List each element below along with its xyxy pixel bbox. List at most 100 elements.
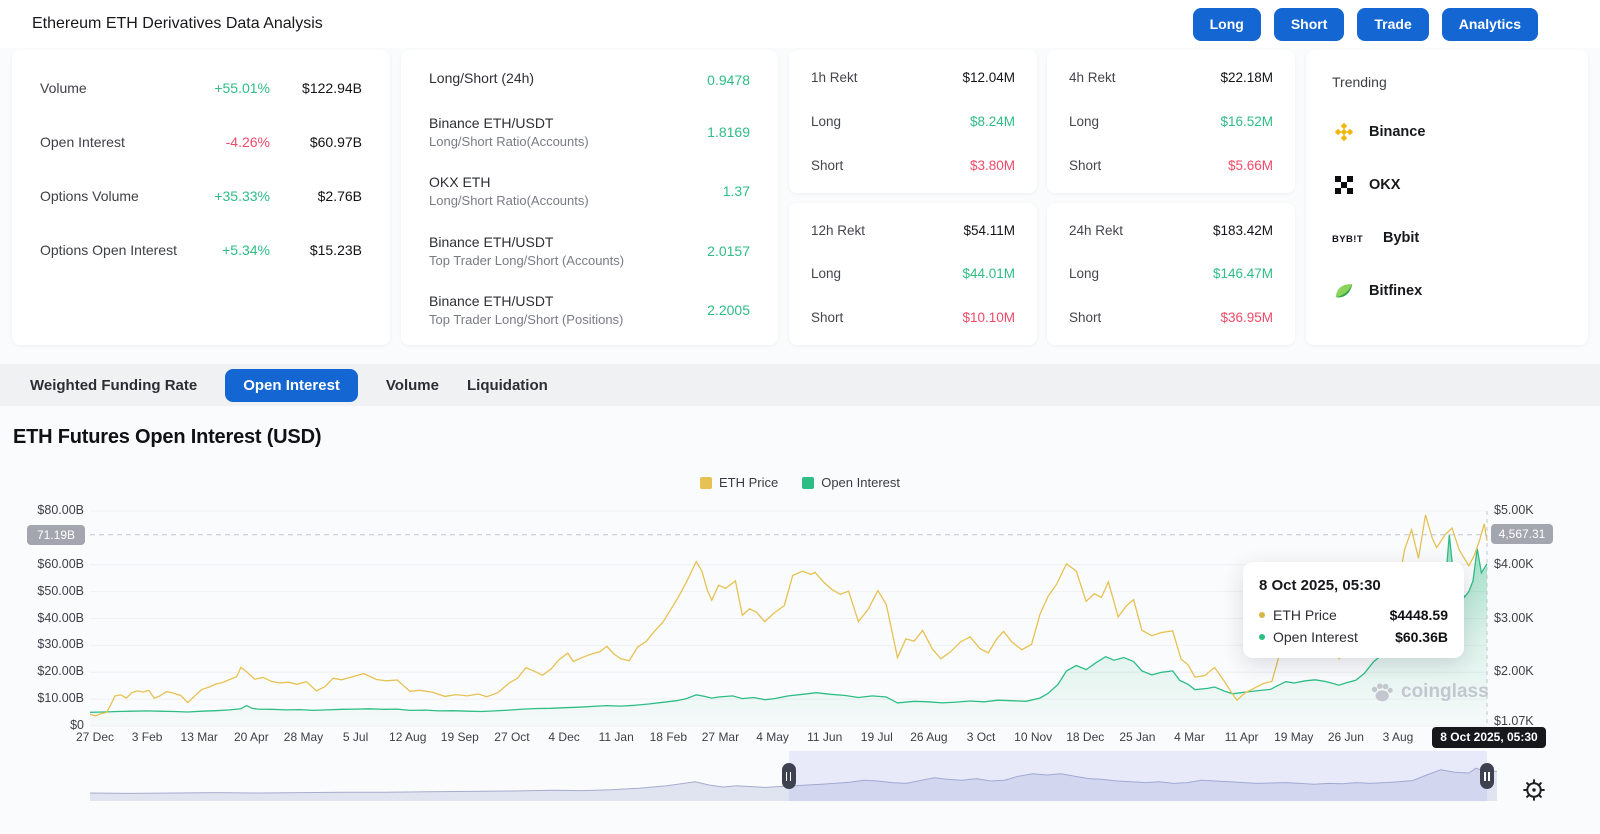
- x-axis-tick: 3 Oct: [966, 730, 996, 744]
- chart-tooltip: 8 Oct 2025, 05:30 ETH Price $4448.59 Ope…: [1243, 562, 1464, 658]
- x-axis-tick: 4 May: [756, 730, 789, 744]
- rekt-title: 4h Rekt: [1069, 70, 1116, 85]
- rekt-long-value: $146.47M: [1212, 266, 1273, 282]
- ratio-label: Binance ETH/USDT: [429, 233, 554, 250]
- rekt-short-label: Short: [811, 157, 844, 173]
- options-volume-row: Options Volume +35.33% $2.76B: [40, 184, 362, 208]
- trending-item-label: OKX: [1369, 177, 1401, 193]
- y-axis-right-tick: $1.07K: [1494, 714, 1534, 729]
- stat-change: -4.26%: [225, 134, 270, 150]
- trending-item-label: Bybit: [1383, 230, 1420, 246]
- analytics-button[interactable]: Analytics: [1441, 7, 1538, 41]
- trending-item-bybit[interactable]: BYB!T Bybit: [1332, 226, 1562, 250]
- x-axis-tick: 12 Aug: [389, 730, 427, 744]
- trade-button[interactable]: Trade: [1357, 7, 1429, 41]
- rekt-cards-grid: 1h Rekt $12.04M Long $8.24M Short $3.80M 4h…: [789, 50, 1295, 345]
- tab-open-interest[interactable]: Open Interest: [225, 368, 358, 402]
- ratio-label: Binance ETH/USDT: [429, 293, 554, 309]
- y-axis-left-tick: $50.00B: [37, 583, 84, 598]
- rekt-short-label: Short: [1069, 310, 1102, 325]
- bitfinex-icon: [1332, 280, 1356, 302]
- trending-item-binance[interactable]: Binance: [1332, 120, 1562, 144]
- y-axis-right-tick: $5.00K: [1494, 503, 1534, 517]
- y-axis-right-tick: $2.00K: [1494, 664, 1534, 679]
- ratio-row: Long/Short (24h) 0.9478: [429, 70, 750, 89]
- x-axis-tick: 27 Dec: [75, 730, 115, 744]
- rekt-long-label: Long: [811, 266, 842, 282]
- rekt-total: $183.42M: [1212, 222, 1273, 238]
- short-button[interactable]: Short: [1273, 7, 1345, 41]
- y-axis-right-tick: $4.00K: [1494, 556, 1534, 571]
- trending-card: Trending Binance OKX BYB!T Bybit Bitfine…: [1306, 50, 1588, 345]
- ratio-value: 0.9478: [707, 71, 750, 88]
- svg-text:BYB!T: BYB!T: [1332, 234, 1363, 244]
- y-axis-left-tick: $60.00B: [37, 556, 84, 571]
- x-axis-tick: 26 Aug: [910, 730, 948, 744]
- rekt-long-value: $44.01M: [962, 266, 1015, 282]
- chart-tab-strip: Weighted Funding Rate Open Interest Volu…: [0, 364, 1600, 406]
- topbar-buttons: Long Short Trade Analytics: [1192, 7, 1538, 41]
- x-axis-tick: 13 Mar: [180, 730, 218, 744]
- volume-row: Volume +55.01% $122.94B: [40, 76, 362, 100]
- x-axis-tick: 3 Feb: [131, 730, 163, 744]
- ratio-sublabel: Long/Short Ratio(Accounts): [429, 133, 589, 149]
- tooltip-row-open-interest: Open Interest $60.36B: [1259, 629, 1448, 645]
- open-interest-current-badge: 71.19B: [27, 524, 85, 545]
- x-axis-tick: 3 Aug: [1382, 730, 1414, 744]
- x-axis-tick: 19 Sep: [440, 730, 479, 744]
- x-axis-tick: 25 Jan: [1119, 730, 1156, 744]
- trending-item-okx[interactable]: OKX: [1332, 173, 1562, 197]
- x-axis-tick: 4 Mar: [1174, 730, 1205, 744]
- ratio-sublabel: Long/Short Ratio(Accounts): [429, 193, 589, 208]
- stat-change: +55.01%: [214, 80, 270, 96]
- tooltip-date: 8 Oct 2025, 05:30: [1259, 577, 1381, 594]
- stat-value: $2.76B: [317, 188, 362, 204]
- ratio-value: 2.0157: [707, 242, 750, 259]
- rekt-short-value: $3.80M: [969, 157, 1015, 173]
- tab-liquidation[interactable]: Liquidation: [467, 369, 548, 402]
- coinglass-paw-icon: [1371, 683, 1393, 702]
- x-axis-tick: 11 Jan: [598, 730, 634, 744]
- navigator-right-handle[interactable]: [1480, 763, 1494, 789]
- rekt-card-24h: 24h Rekt $183.42M Long $146.47M Short $36.9…: [1047, 202, 1295, 345]
- x-axis-tick: 18 Dec: [1066, 730, 1105, 744]
- x-axis-tick: 27 Oct: [494, 730, 530, 744]
- chart-settings-gear-icon[interactable]: [1521, 777, 1547, 803]
- ratio-label: OKX ETH: [429, 174, 491, 190]
- watermark-text: coinglass: [1401, 681, 1489, 702]
- navigator-selected-range[interactable]: [788, 751, 1487, 801]
- long-button[interactable]: Long: [1192, 7, 1261, 41]
- trending-item-bitfinex[interactable]: Bitfinex: [1332, 279, 1562, 303]
- x-axis-tick: 27 Mar: [701, 730, 740, 744]
- ratio-value: 2.2005: [707, 302, 750, 318]
- tab-volume[interactable]: Volume: [386, 369, 439, 402]
- ratio-sublabel: Top Trader Long/Short (Accounts): [429, 252, 625, 268]
- tooltip-label: ETH Price: [1273, 607, 1337, 623]
- rekt-long-value: $8.24M: [969, 113, 1015, 129]
- y-axis-left-tick: $20.00B: [37, 664, 84, 679]
- x-axis-tick: 10 Nov: [1014, 730, 1053, 744]
- rekt-card-12h: 12h Rekt $54.11M Long $44.01M Short $10.10M: [789, 202, 1037, 345]
- stat-change: +5.34%: [222, 242, 270, 258]
- tooltip-value: $4448.59: [1389, 607, 1448, 623]
- rekt-short-value: $5.66M: [1227, 157, 1273, 173]
- stat-label: Open Interest: [40, 134, 125, 150]
- tab-weighted-funding-rate[interactable]: Weighted Funding Rate: [30, 369, 197, 402]
- tooltip-value: $60.36B: [1395, 629, 1448, 645]
- trending-item-label: Binance: [1369, 124, 1426, 140]
- y-axis-left-tick: $30.00B: [37, 637, 84, 652]
- stat-value: $122.94B: [302, 80, 362, 96]
- y-axis-left-tick: $0: [70, 718, 84, 732]
- stat-value: $15.23B: [309, 242, 362, 258]
- ratio-value: 1.37: [722, 183, 750, 199]
- ratio-row: Binance ETH/USDT Top Trader Long/Short (…: [429, 293, 750, 327]
- rekt-short-value: $36.95M: [1220, 310, 1273, 325]
- eth-price-current-badge: 4,567.31: [1491, 524, 1553, 545]
- open-interest-marker-icon: [1259, 634, 1265, 640]
- ratio-label: Long/Short (24h): [429, 70, 535, 86]
- y-axis-left-tick: $10.00B: [37, 691, 84, 706]
- x-axis-tick: 26 Jun: [1327, 730, 1364, 744]
- navigator-left-handle[interactable]: [781, 763, 796, 789]
- stat-label: Volume: [40, 80, 87, 96]
- stat-value: $60.97B: [309, 134, 362, 150]
